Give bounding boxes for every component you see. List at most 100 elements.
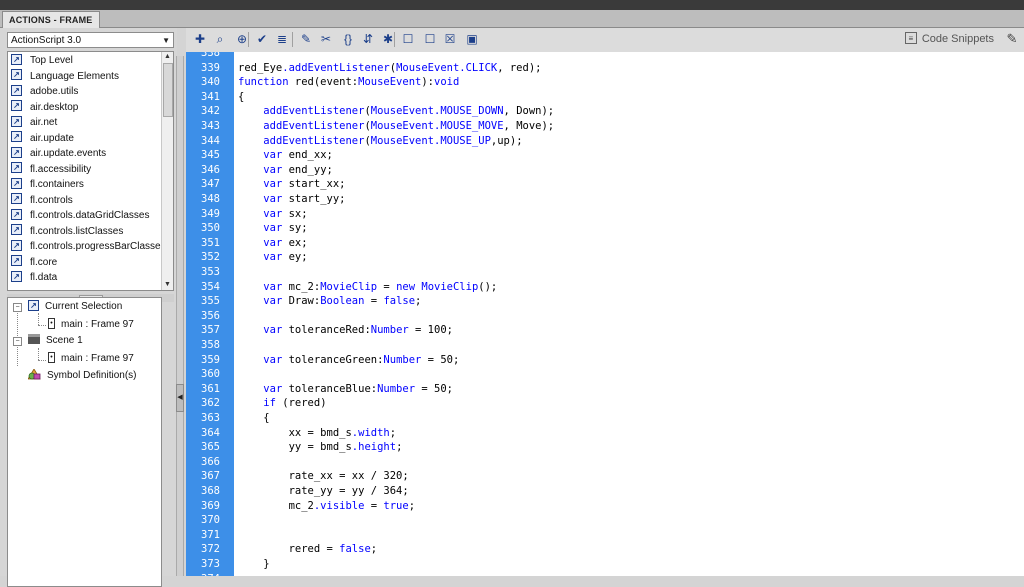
code-line: rate_xx = xx / 320; <box>238 470 409 483</box>
package-icon: ↗ <box>11 146 22 158</box>
library-item[interactable]: ↗ fl.accessibility <box>11 162 91 177</box>
code-line: mc_2.visible = true; <box>238 499 416 512</box>
package-icon: ↗ <box>11 208 22 220</box>
library-item[interactable]: ↗ air.update <box>11 131 74 146</box>
actions-toolbar: ✚ ⌕ ⊕ ✔ ≣ ✎ ✂{} ⇵ ✱ ☐ ☐ ☒ ▣ ≡ Code Snippets ✎ <box>186 28 1024 53</box>
collapse-toggle-icon[interactable]: − <box>13 337 22 346</box>
code-line: } <box>238 558 270 570</box>
code-line: var ey; <box>263 251 308 264</box>
code-hint-icon[interactable]: ✎ <box>298 31 314 47</box>
line-number: 351 <box>201 236 220 249</box>
toolbar-separator <box>394 32 395 47</box>
line-number: 346 <box>201 163 220 176</box>
find-icon[interactable]: ⌕ <box>212 31 228 47</box>
code-line: var sy; <box>263 222 308 235</box>
library-list: ↗ Top Level ↗ Language Elements ↗ adobe.utils… <box>7 51 174 291</box>
library-item-label: fl.controls <box>30 194 73 206</box>
library-item[interactable]: ↗ fl.data <box>11 270 57 285</box>
actions-toolbox: ActionScript 3.0 ▼ ↗ Top Level ↗ Language E… <box>0 28 177 587</box>
remove-comment-icon[interactable]: ☒ <box>442 31 458 47</box>
code-line: addEventListener(MouseEvent.MOUSE_DOWN, … <box>263 105 555 118</box>
auto-format-icon[interactable]: ≣ <box>274 31 290 47</box>
library-item-label: fl.core <box>30 256 58 268</box>
code-snippets-button[interactable]: ≡ Code Snippets <box>904 31 994 47</box>
line-number: 345 <box>201 149 220 162</box>
library-item[interactable]: ↗ fl.core <box>11 255 57 270</box>
package-icon: ↗ <box>11 193 22 205</box>
library-item-label: fl.controls.listClasses <box>30 225 124 237</box>
code-line: var end_xx; <box>263 149 333 162</box>
library-item[interactable]: ↗ air.net <box>11 115 57 130</box>
toolbox-collapse-bar[interactable] <box>176 56 184 576</box>
tree-item-symbol-definitions[interactable]: Symbol Definition(s) <box>27 368 136 384</box>
check-syntax-icon[interactable]: ✔ <box>254 31 270 47</box>
line-number: 358 <box>201 339 220 351</box>
package-icon: ↗ <box>11 69 22 81</box>
tree-item-scene[interactable]: Scene 1 <box>28 333 83 349</box>
library-item[interactable]: ↗ adobe.utils <box>11 84 78 99</box>
library-item[interactable]: ↗ Language Elements <box>11 69 119 84</box>
library-item[interactable]: ↗ fl.controls.dataGridClasses <box>11 208 150 223</box>
line-number: 341 <box>201 90 220 103</box>
code-line: var mc_2:MovieClip = new MovieClip(); <box>263 280 498 293</box>
package-icon: ↗ <box>11 224 22 236</box>
frame-icon: • <box>48 351 55 363</box>
apply-block-comment-icon[interactable]: ☐ <box>400 31 416 47</box>
language-select[interactable]: ActionScript 3.0 ▼ <box>7 32 174 48</box>
package-icon: ↗ <box>11 131 22 143</box>
line-number: 342 <box>201 105 220 118</box>
library-item[interactable]: ↗ fl.containers <box>11 177 84 192</box>
library-item[interactable]: ↗ fl.controls.progressBarClasses <box>11 239 166 254</box>
library-item[interactable]: ↗ fl.controls.listClasses <box>11 224 123 239</box>
library-scrollbar[interactable]: ▲ ▼ <box>161 52 173 290</box>
line-number: 367 <box>201 470 220 483</box>
line-number: 353 <box>201 266 220 278</box>
collapse-arrow-icon[interactable]: ◀ <box>176 384 184 412</box>
line-number: 359 <box>201 353 220 366</box>
library-item[interactable]: ↗ fl.controls <box>11 193 73 208</box>
tree-item-frame[interactable]: • main : Frame 97 <box>48 351 134 367</box>
line-number: 349 <box>201 207 220 220</box>
actions-frame-tab[interactable]: ACTIONS - FRAME <box>2 11 100 28</box>
debug-options-icon[interactable]: ✂ <box>318 31 334 47</box>
library-item-label: Top Level <box>30 55 73 66</box>
scroll-up-icon[interactable]: ▲ <box>162 52 173 62</box>
collapse-selection-icon[interactable]: ⇵ <box>360 31 376 47</box>
code-line: red_Eye.addEventListener(MouseEvent.CLIC… <box>238 61 542 74</box>
scroll-thumb[interactable] <box>163 63 173 117</box>
show-hide-toolbox-icon[interactable]: ▣ <box>464 31 480 47</box>
script-editor[interactable]: red_Eye.addEventListener(MouseEvent.CLIC… <box>234 52 1024 576</box>
code-line: var end_yy; <box>263 163 333 176</box>
collapse-toggle-icon[interactable]: − <box>13 303 22 312</box>
code-line: var toleranceRed:Number = 100; <box>263 324 453 337</box>
line-number: 348 <box>201 193 220 205</box>
help-wand-icon[interactable]: ✎ <box>1004 31 1020 47</box>
tree-line <box>38 360 46 361</box>
library-item[interactable]: ↗ air.update.events <box>11 146 106 161</box>
library-item-label: adobe.utils <box>30 86 79 97</box>
code-line: var ex; <box>263 236 308 249</box>
line-number: 372 <box>201 543 220 556</box>
line-number: 340 <box>201 76 220 89</box>
collapse-between-braces-icon[interactable]: {} <box>340 31 356 47</box>
add-statement-icon[interactable]: ✚ <box>192 31 208 47</box>
library-item[interactable]: ↗ Top Level <box>11 53 73 68</box>
apply-line-comment-icon[interactable]: ☐ <box>422 31 438 47</box>
library-item-label: air.update <box>30 132 74 144</box>
tree-item-label: main : Frame 97 <box>61 319 134 330</box>
line-number: 350 <box>201 222 220 235</box>
tree-item-current-selection[interactable]: ↗ Current Selection <box>28 299 122 315</box>
line-number: 373 <box>201 558 220 570</box>
code-line: xx = bmd_s.width; <box>238 426 397 439</box>
tree-item-label: main : Frame 97 <box>61 353 134 364</box>
code-line: var toleranceGreen:Number = 50; <box>263 353 460 366</box>
package-icon: ↗ <box>11 162 22 174</box>
line-number: 352 <box>201 251 220 264</box>
tree-item-frame[interactable]: • main : Frame 97 <box>48 317 134 333</box>
package-icon: ↗ <box>11 239 22 251</box>
line-number: 366 <box>201 455 220 468</box>
scroll-down-icon[interactable]: ▼ <box>162 280 173 290</box>
library-item-label: fl.controls.progressBarClasses <box>30 241 166 252</box>
library-item[interactable]: ↗ air.desktop <box>11 100 78 115</box>
library-item-label: fl.accessibility <box>30 163 92 175</box>
